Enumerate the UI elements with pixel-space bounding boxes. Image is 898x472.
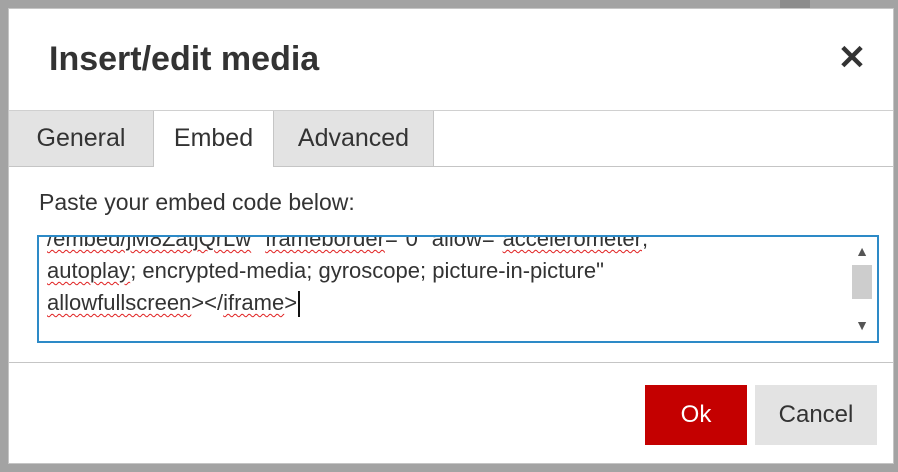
- misspelled-word: autoplay: [47, 258, 131, 283]
- code-text: ="0" allow=": [384, 235, 503, 251]
- tab-general[interactable]: General: [9, 111, 154, 166]
- misspelled-word: /embed/jM8ZatjQrLw: [47, 235, 252, 251]
- dialog-header: Insert/edit media ✕: [9, 9, 893, 111]
- close-icon[interactable]: ✕: [835, 41, 869, 75]
- tab-embed[interactable]: Embed: [154, 111, 274, 167]
- embed-code-textarea[interactable]: /embed/jM8ZatjQrLw" frameborder="0" allo…: [37, 235, 879, 343]
- embed-code-text[interactable]: /embed/jM8ZatjQrLw" frameborder="0" allo…: [47, 235, 837, 319]
- code-text: ": [251, 235, 266, 251]
- embed-code-line: /embed/jM8ZatjQrLw" frameborder="0" allo…: [47, 235, 837, 255]
- code-text: >: [284, 290, 298, 315]
- embed-code-label: Paste your embed code below:: [39, 189, 355, 215]
- ok-button[interactable]: Ok: [645, 385, 747, 445]
- misspelled-word: iframe: [223, 290, 285, 315]
- cancel-button[interactable]: Cancel: [755, 385, 877, 445]
- scrollbar-thumb[interactable]: [852, 265, 872, 299]
- tab-bar: General Embed Advanced: [9, 111, 893, 167]
- text-caret: [298, 291, 301, 318]
- misspelled-word: accelerometer: [502, 235, 642, 251]
- tab-advanced[interactable]: Advanced: [274, 111, 434, 166]
- dialog-title: Insert/edit media: [49, 40, 320, 78]
- embed-code-line: autoplay; encrypted-media; gyroscope; pi…: [47, 255, 837, 287]
- misspelled-word: allowfullscreen: [47, 290, 192, 315]
- embed-code-line: allowfullscreen></iframe>: [47, 287, 837, 319]
- misspelled-word: frameborder: [265, 235, 385, 251]
- code-text: ></: [191, 290, 224, 315]
- scroll-up-icon[interactable]: ▲: [847, 239, 877, 263]
- scroll-down-icon[interactable]: ▼: [847, 313, 877, 337]
- textarea-scrollbar[interactable]: ▲ ▼: [847, 237, 877, 341]
- embed-panel: Paste your embed code below: /embed/jM8Z…: [9, 167, 893, 363]
- code-text: ;: [641, 235, 649, 251]
- insert-edit-media-dialog: Insert/edit media ✕ General Embed Advanc…: [8, 8, 894, 464]
- code-text: ; encrypted-media; gyroscope; picture-in…: [130, 258, 604, 283]
- dialog-footer: Ok Cancel: [9, 363, 893, 465]
